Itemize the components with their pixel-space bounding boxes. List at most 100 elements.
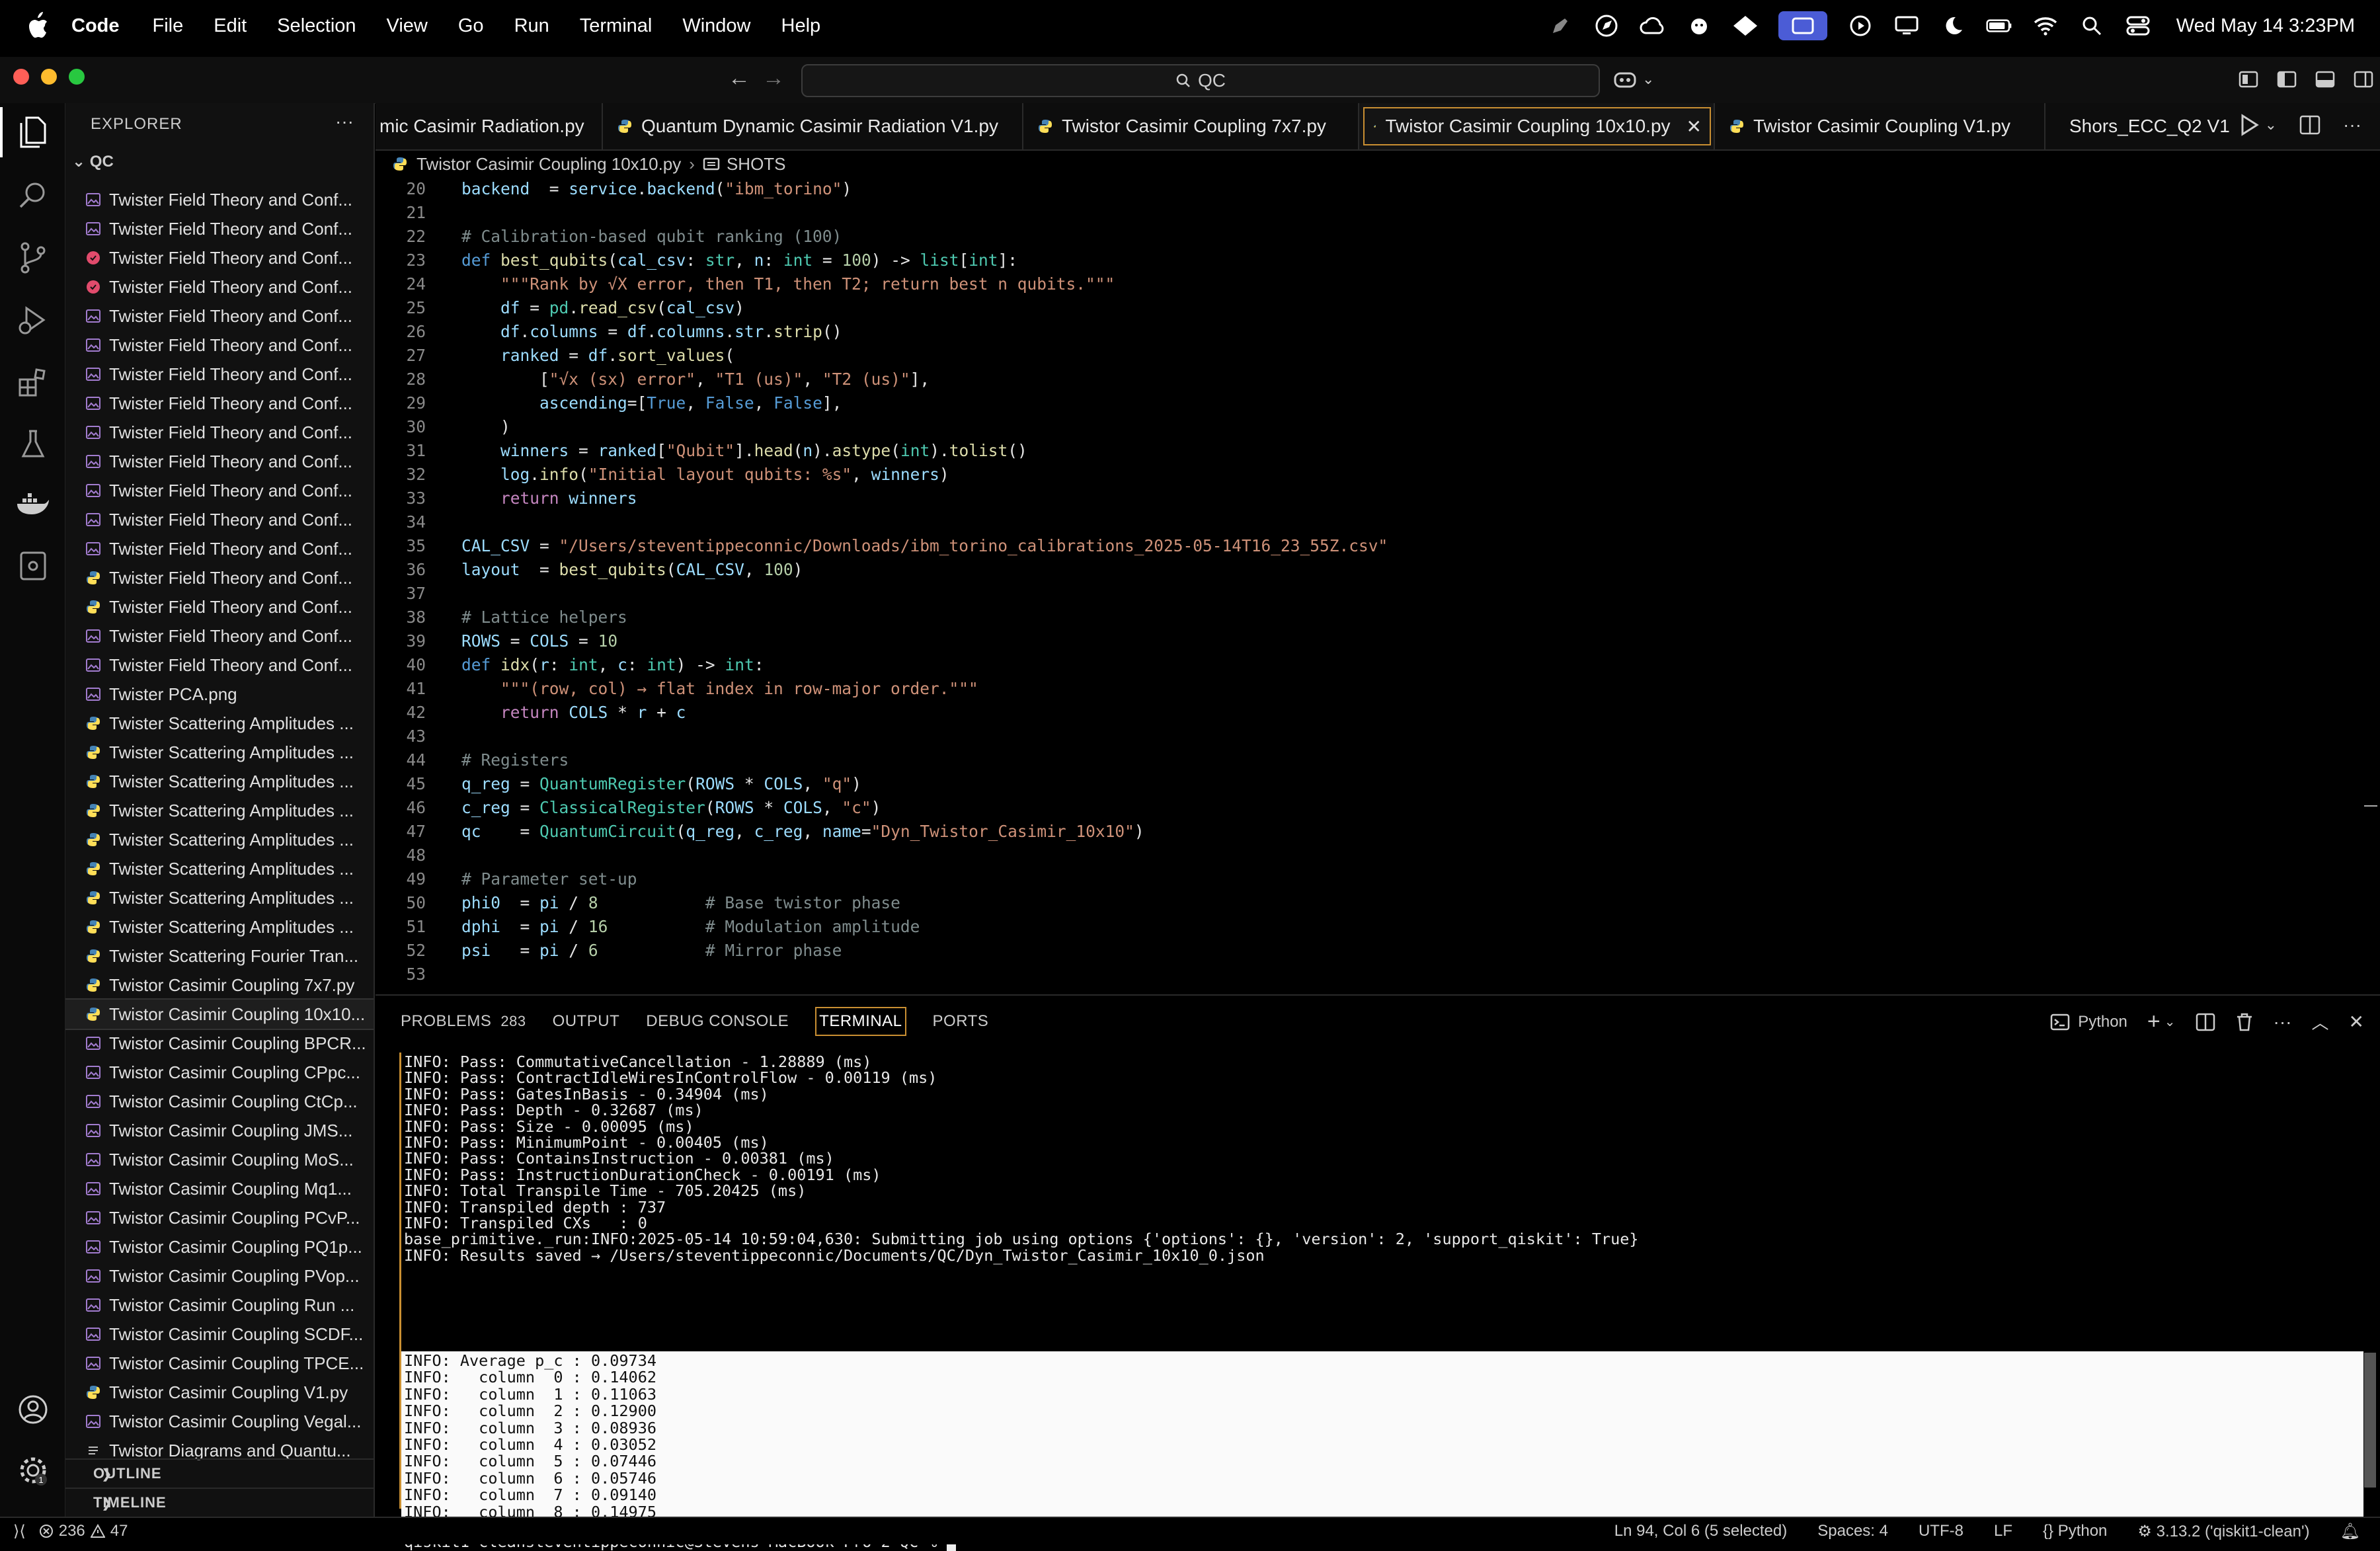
- more-actions-icon[interactable]: ···: [2274, 1012, 2292, 1033]
- code-line[interactable]: dphi = pi / 16 # Modulation amplitude: [461, 915, 920, 939]
- maximize-panel-icon[interactable]: ︿: [2312, 1010, 2329, 1034]
- file-tree-item[interactable]: Twister Scattering Amplitudes ...: [65, 796, 374, 825]
- notifications-bell-icon[interactable]: 🔔︎: [2340, 1522, 2360, 1541]
- code-line[interactable]: psi = pi / 6 # Mirror phase: [461, 939, 842, 963]
- run-debug-icon[interactable]: [15, 301, 52, 338]
- breadcrumb-symbol[interactable]: SHOTS: [727, 154, 786, 175]
- file-tree-item[interactable]: Twistor Casimir Coupling Mq1...: [65, 1174, 374, 1203]
- file-tree-item[interactable]: Twistor Casimir Coupling 10x10...: [65, 998, 374, 1030]
- file-tree-item[interactable]: Twistor Casimir Coupling BPCR...: [65, 1029, 374, 1058]
- python-interpreter[interactable]: ⚙ 3.13.2 ('qiskit1-clean'): [2137, 1522, 2309, 1541]
- window-close-button[interactable]: [13, 69, 29, 85]
- outline-section[interactable]: ❯ OUTLINE: [65, 1458, 374, 1488]
- play-circle-icon[interactable]: [1847, 13, 1874, 39]
- terminal-scrollbar[interactable]: [2364, 1353, 2376, 1488]
- tab-ports[interactable]: PORTS: [933, 1012, 989, 1031]
- terminal-output[interactable]: INFO: Pass: CommutativeCancellation - 1.…: [399, 1053, 2363, 1551]
- source-control-icon[interactable]: [15, 239, 52, 276]
- manage-gear-icon[interactable]: 1: [15, 1452, 52, 1489]
- editor-scrollbar[interactable]: [2364, 805, 2377, 807]
- file-tree-item[interactable]: Twistor Casimir Coupling CtCp...: [65, 1087, 374, 1116]
- wifi-icon[interactable]: [2032, 13, 2059, 39]
- breadcrumb-file[interactable]: Twistor Casimir Coupling 10x10.py: [416, 154, 681, 175]
- file-tree-item[interactable]: Twister Field Theory and Conf...: [65, 476, 374, 505]
- forward-arrow-icon[interactable]: →: [760, 65, 787, 91]
- code-line[interactable]: # Lattice helpers: [461, 606, 627, 629]
- code-line[interactable]: def best_qubits(cal_csv: str, n: int = 1…: [461, 249, 1017, 272]
- file-tree-item[interactable]: Twistor Casimir Coupling SCDF...: [65, 1320, 374, 1349]
- file-tree-item[interactable]: Twister Scattering Amplitudes ...: [65, 767, 374, 796]
- menubar-clock[interactable]: Wed May 14 3:23PM: [2176, 15, 2355, 37]
- language-mode[interactable]: {} Python: [2043, 1522, 2107, 1540]
- toggle-secondary-sidebar-icon[interactable]: [2354, 71, 2373, 88]
- code-line[interactable]: ranked = df.sort_values(: [461, 344, 734, 368]
- accounts-icon[interactable]: [15, 1391, 52, 1428]
- apple-logo-icon[interactable]: [25, 12, 49, 38]
- menu-selection[interactable]: Selection: [277, 15, 356, 37]
- tab-twistor-casimir-7x7[interactable]: Twistor Casimir Coupling 7x7.py: [1023, 103, 1359, 149]
- file-tree-item[interactable]: Twister Field Theory and Conf...: [65, 301, 374, 331]
- code-line[interactable]: layout = best_qubits(CAL_CSV, 100): [461, 558, 803, 582]
- more-actions-icon[interactable]: ···: [335, 111, 354, 132]
- cursor-position[interactable]: Ln 94, Col 6 (5 selected): [1614, 1522, 1787, 1540]
- file-tree-item[interactable]: Twister Scattering Amplitudes ...: [65, 825, 374, 854]
- file-tree-item[interactable]: Twistor Casimir Coupling TPCE...: [65, 1349, 374, 1378]
- file-tree-item[interactable]: Twistor Casimir Coupling V1.py: [65, 1378, 374, 1407]
- file-tree-item[interactable]: Twister Field Theory and Conf...: [65, 389, 374, 418]
- remote-explorer-icon[interactable]: [15, 547, 52, 584]
- code-line[interactable]: ascending=[True, False, False],: [461, 391, 842, 415]
- code-line[interactable]: qc = QuantumCircuit(q_reg, c_reg, name="…: [461, 820, 1144, 844]
- file-tree-item[interactable]: Twister Field Theory and Conf...: [65, 331, 374, 360]
- file-tree-item[interactable]: Twistor Casimir Coupling PCvP...: [65, 1203, 374, 1232]
- battery-icon[interactable]: [1986, 13, 2012, 39]
- code-line[interactable]: winners = ranked["Qubit"].head(n).astype…: [461, 439, 1027, 463]
- file-tree-item[interactable]: Twister Field Theory and Conf...: [65, 447, 374, 476]
- problems-status[interactable]: 236 47: [39, 1522, 128, 1540]
- code-line[interactable]: q_reg = QuantumRegister(ROWS * COLS, "q"…: [461, 772, 861, 796]
- pen-icon[interactable]: [1547, 13, 1573, 39]
- timeline-section[interactable]: ❯ TIMELINE: [65, 1488, 374, 1517]
- customize-layout-icon[interactable]: [2239, 71, 2258, 88]
- file-tree-item[interactable]: Twister Scattering Amplitudes ...: [65, 912, 374, 941]
- tab-output[interactable]: OUTPUT: [553, 1012, 620, 1031]
- code-line[interactable]: CAL_CSV = "/Users/steventippeconnic/Down…: [461, 534, 1388, 558]
- code-line[interactable]: return winners: [461, 487, 637, 510]
- more-actions-icon[interactable]: ···: [2343, 114, 2361, 136]
- file-tree-item[interactable]: Twister Field Theory and Conf...: [65, 214, 374, 243]
- menu-file[interactable]: File: [153, 15, 184, 37]
- workspace-folder[interactable]: ⌄ QC: [72, 152, 114, 171]
- file-tree-item[interactable]: Twister Scattering Fourier Tran...: [65, 941, 374, 971]
- control-center-icon[interactable]: [2125, 13, 2151, 39]
- code-line[interactable]: """(row, col) → flat index in row-major …: [461, 677, 978, 701]
- tab-mic-casimir-radiation[interactable]: mic Casimir Radiation.py: [376, 103, 603, 149]
- tab-twistor-casimir-10x10[interactable]: Twistor Casimir Coupling 10x10.py ✕: [1359, 103, 1715, 149]
- file-encoding[interactable]: UTF-8: [1919, 1522, 1964, 1540]
- window-minimize-button[interactable]: [41, 69, 57, 85]
- close-panel-icon[interactable]: ✕: [2349, 1011, 2364, 1033]
- tab-problems[interactable]: PROBLEMS 283: [401, 1012, 526, 1031]
- tab-debug-console[interactable]: DEBUG CONSOLE: [646, 1012, 789, 1031]
- file-tree-item[interactable]: Twister Scattering Amplitudes ...: [65, 709, 374, 738]
- back-arrow-icon[interactable]: ←: [726, 65, 752, 91]
- tab-twistor-casimir-v1[interactable]: Twistor Casimir Coupling V1.py: [1715, 103, 2045, 149]
- code-line[interactable]: ROWS = COLS = 10: [461, 629, 617, 653]
- file-tree-item[interactable]: Twister PCA.png: [65, 680, 374, 709]
- file-tree-item[interactable]: Twistor Casimir Coupling CPpc...: [65, 1058, 374, 1087]
- file-tree-item[interactable]: Twister Field Theory and Conf...: [65, 185, 374, 214]
- chevron-down-icon[interactable]: ⌄: [2265, 116, 2277, 134]
- toggle-primary-sidebar-icon[interactable]: [2277, 71, 2297, 88]
- file-tree-item[interactable]: Twister Field Theory and Conf...: [65, 418, 374, 447]
- code-line[interactable]: # Calibration-based qubit ranking (100): [461, 225, 842, 249]
- code-line[interactable]: backend = service.backend("ibm_torino"): [461, 177, 852, 201]
- toggle-panel-icon[interactable]: [2315, 71, 2335, 88]
- search-icon[interactable]: [15, 177, 52, 214]
- explorer-icon[interactable]: [0, 107, 52, 157]
- file-tree-item[interactable]: Twister Field Theory and Conf...: [65, 563, 374, 592]
- file-tree-item[interactable]: Twister Scattering Amplitudes ...: [65, 738, 374, 767]
- file-tree-item[interactable]: Twistor Casimir Coupling PVop...: [65, 1261, 374, 1291]
- code-line[interactable]: return COLS * r + c: [461, 701, 686, 725]
- moon-icon[interactable]: [1940, 13, 1966, 39]
- tab-terminal[interactable]: TERMINAL: [815, 1007, 906, 1036]
- code-line[interactable]: def idx(r: int, c: int) -> int:: [461, 653, 764, 677]
- screen-mirroring-icon[interactable]: [1778, 11, 1827, 40]
